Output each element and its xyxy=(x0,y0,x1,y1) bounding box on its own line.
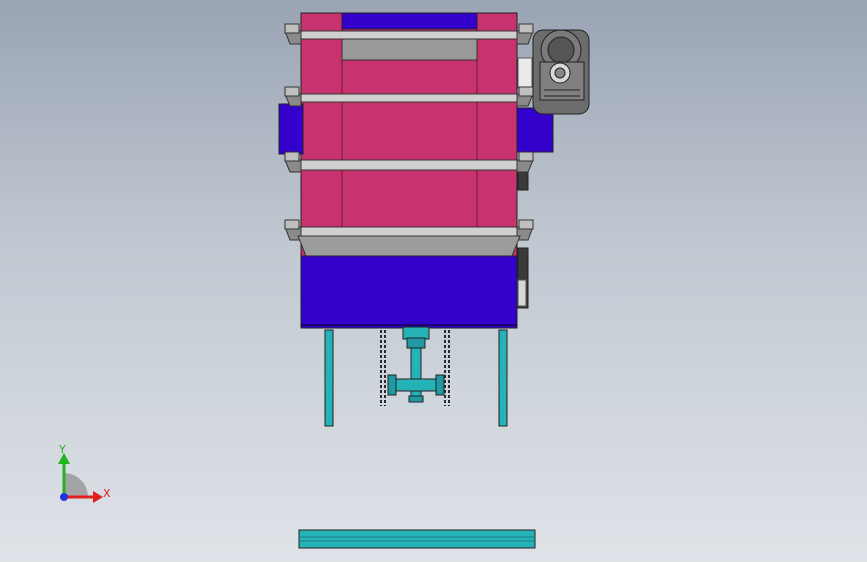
chain-left[interactable] xyxy=(380,330,386,406)
x-axis-arrowhead xyxy=(93,491,103,503)
cad-model-scene[interactable] xyxy=(0,0,867,562)
gear-motor[interactable] xyxy=(532,29,590,115)
triad-plane-indicator xyxy=(64,473,88,497)
right-fitting-3 xyxy=(517,279,527,307)
reference-triad xyxy=(58,453,103,503)
left-side-housing[interactable] xyxy=(278,103,304,155)
z-axis-dot xyxy=(60,493,68,501)
y-axis-label: Y xyxy=(59,443,66,456)
x-axis-label: X xyxy=(103,487,111,500)
right-side-housing[interactable] xyxy=(516,107,554,153)
base-block[interactable] xyxy=(300,255,518,329)
tank-body[interactable] xyxy=(300,12,518,259)
outlet-pipe-assembly[interactable] xyxy=(387,326,445,403)
tank-lid xyxy=(341,12,478,30)
chain-right[interactable] xyxy=(444,330,450,406)
shaft-coupling xyxy=(517,57,533,89)
graphics-viewport[interactable]: Y X xyxy=(0,0,867,562)
bottom-rail[interactable] xyxy=(298,529,536,549)
support-leg-left[interactable] xyxy=(324,329,334,427)
support-leg-right[interactable] xyxy=(498,329,508,427)
tank-inner-plate xyxy=(341,37,478,61)
